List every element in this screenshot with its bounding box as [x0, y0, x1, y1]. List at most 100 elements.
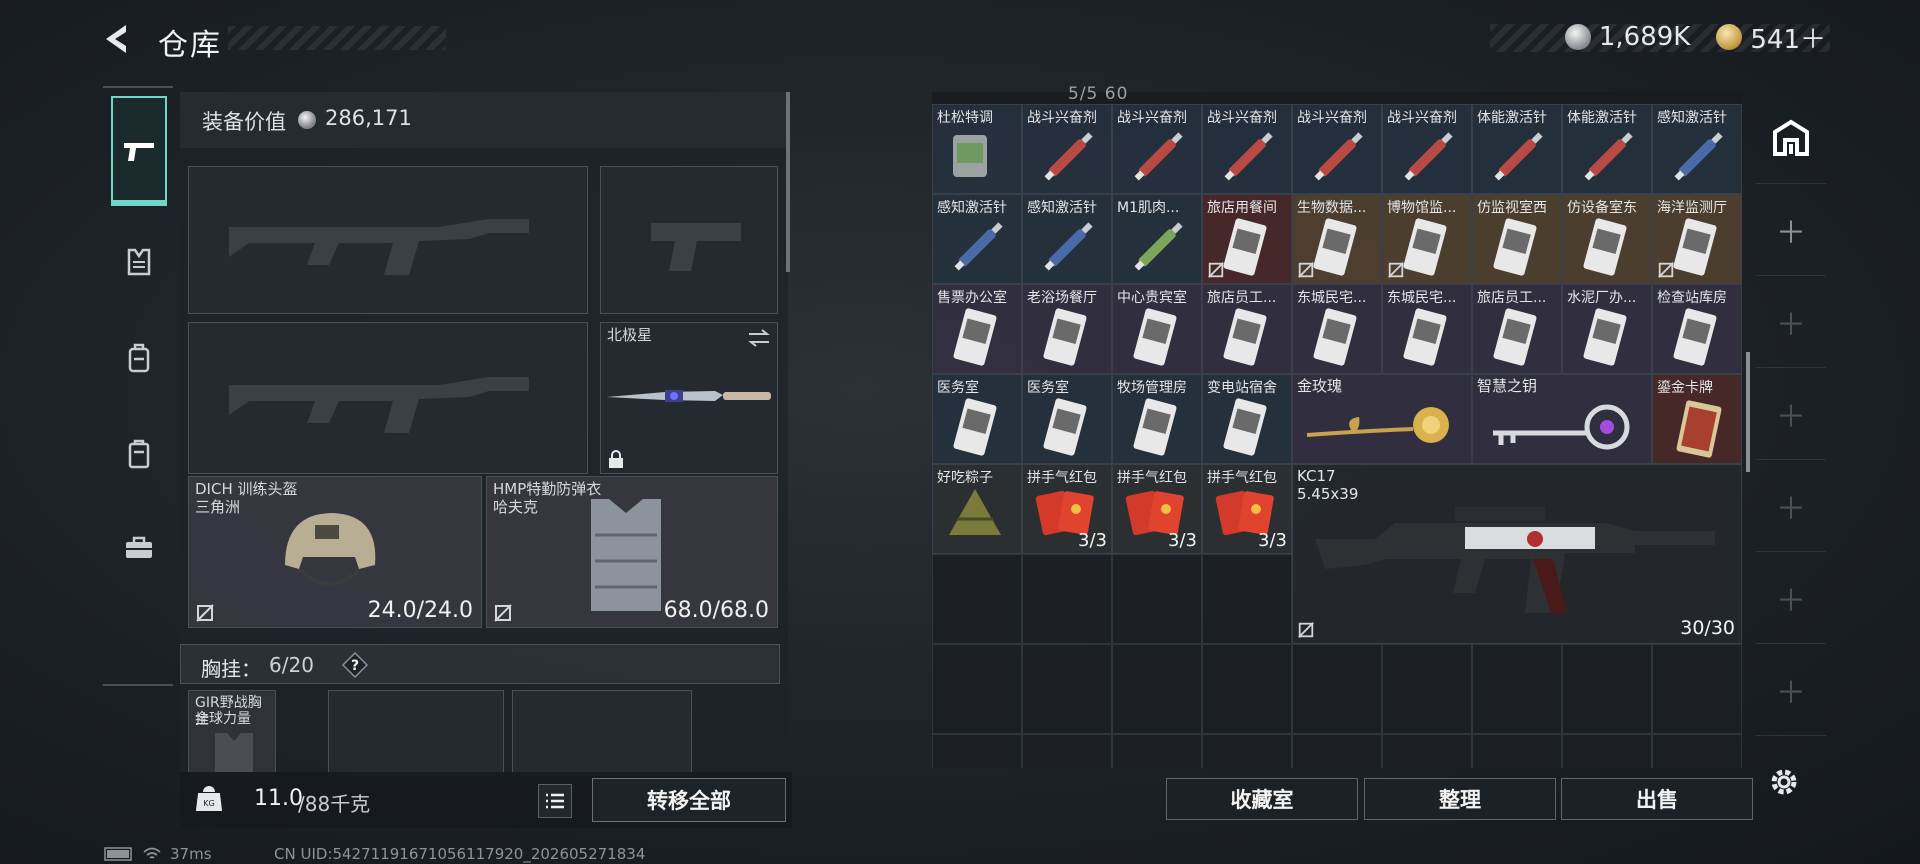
- storage-item[interactable]: 感知激活针: [1022, 194, 1112, 284]
- storage-item[interactable]: 感知激活针: [932, 194, 1022, 284]
- list-view-button[interactable]: [538, 784, 572, 818]
- secondary-weapon-slot[interactable]: [600, 166, 778, 314]
- storage-item[interactable]: 旅店员工...: [1202, 284, 1292, 374]
- storage-item[interactable]: 博物馆监...: [1382, 194, 1472, 284]
- empty-storage-slot[interactable]: [1562, 644, 1652, 734]
- primary-weapon-slot-2[interactable]: [188, 322, 588, 474]
- nav-toolbox[interactable]: [113, 522, 165, 574]
- helmet-slot[interactable]: DICH 训练头盔 三角洲 24.0/24.0: [188, 476, 482, 628]
- collection-room-button[interactable]: 收藏室: [1166, 778, 1358, 820]
- armor-slot[interactable]: HMP特勤防弹衣 哈夫克 68.0/68.0: [486, 476, 778, 628]
- rifle-item[interactable]: KC17 5.45x39 30/30: [1292, 464, 1742, 644]
- empty-storage-slot[interactable]: [932, 734, 1022, 768]
- storage-item[interactable]: 变电站宿舍: [1202, 374, 1292, 464]
- back-arrow-icon[interactable]: [100, 22, 136, 56]
- help-icon[interactable]: ?: [341, 651, 369, 679]
- storage-item[interactable]: 牧场管理房: [1112, 374, 1202, 464]
- empty-storage-slot[interactable]: [1112, 554, 1202, 644]
- storage-item-name: 体能激活针: [1567, 110, 1637, 126]
- sell-button[interactable]: 出售: [1561, 778, 1753, 820]
- storage-item[interactable]: 检查站库房: [1652, 284, 1742, 374]
- storage-item[interactable]: 战斗兴奋剂: [1022, 104, 1112, 194]
- storage-item[interactable]: 战斗兴奋剂: [1112, 104, 1202, 194]
- storage-item[interactable]: 仿监视室西: [1472, 194, 1562, 284]
- storage-item[interactable]: 售票办公室: [932, 284, 1022, 374]
- storage-item[interactable]: 杜松特调: [932, 104, 1022, 194]
- empty-storage-slot[interactable]: [1382, 644, 1472, 734]
- golden-rose-item[interactable]: 金玫瑰: [1292, 374, 1472, 464]
- storage-item[interactable]: 拼手气红包 3/3: [1022, 464, 1112, 554]
- storage-item[interactable]: 医务室: [932, 374, 1022, 464]
- storage-tab-add-5[interactable]: ＋: [1756, 552, 1826, 644]
- empty-storage-slot[interactable]: [1112, 644, 1202, 734]
- transfer-all-button[interactable]: 转移全部: [592, 778, 786, 822]
- storage-tab-add-3[interactable]: ＋: [1756, 368, 1826, 460]
- primary-weapon-slot[interactable]: [188, 166, 588, 314]
- empty-storage-slot[interactable]: [932, 554, 1022, 644]
- empty-storage-slot[interactable]: [1292, 644, 1382, 734]
- storage-tab-add-1[interactable]: ＋: [1756, 184, 1826, 276]
- storage-tabs: ＋ ＋ ＋ ＋ ＋ ＋: [1756, 92, 1826, 772]
- empty-storage-slot[interactable]: [1472, 734, 1562, 768]
- storage-item[interactable]: 战斗兴奋剂: [1382, 104, 1472, 194]
- nav-armor[interactable]: [113, 236, 165, 288]
- nav-backpack[interactable]: [113, 332, 165, 384]
- chest-rig-slot[interactable]: GIR野战胸挂 全球力量: [188, 690, 276, 776]
- storage-item[interactable]: 东城民宅...: [1292, 284, 1382, 374]
- empty-storage-slot[interactable]: [932, 644, 1022, 734]
- storage-item-name: 感知激活针: [937, 200, 1007, 216]
- toolbox-icon: [126, 536, 152, 558]
- empty-storage-slot[interactable]: [1652, 734, 1742, 768]
- storage-tab-add-6[interactable]: ＋: [1756, 644, 1826, 736]
- storage-item[interactable]: 海洋监测厅: [1652, 194, 1742, 284]
- melee-slot[interactable]: 北极星: [600, 322, 778, 474]
- storage-tab-add-4[interactable]: ＋: [1756, 460, 1826, 552]
- storage-item[interactable]: 战斗兴奋剂: [1202, 104, 1292, 194]
- empty-storage-slot[interactable]: [1112, 734, 1202, 768]
- organize-button[interactable]: 整理: [1364, 778, 1556, 820]
- empty-storage-slot[interactable]: [1202, 554, 1292, 644]
- storage-item[interactable]: 中心贵宾室: [1112, 284, 1202, 374]
- empty-storage-slot[interactable]: [1022, 644, 1112, 734]
- storage-item[interactable]: 拼手气红包 3/3: [1112, 464, 1202, 554]
- empty-storage-slot[interactable]: [1292, 734, 1382, 768]
- empty-storage-slot[interactable]: [1022, 734, 1112, 768]
- storage-item[interactable]: 拼手气红包 3/3: [1202, 464, 1292, 554]
- empty-storage-slot[interactable]: [1202, 734, 1292, 768]
- storage-item[interactable]: 体能激活针: [1562, 104, 1652, 194]
- keycard-icon: [945, 395, 1005, 463]
- empty-storage-slot[interactable]: [1022, 554, 1112, 644]
- storage-scrollbar[interactable]: [1746, 352, 1750, 472]
- settings-gear-icon[interactable]: [1766, 764, 1802, 800]
- storage-item[interactable]: 水泥厂办...: [1562, 284, 1652, 374]
- storage-item[interactable]: 旅店用餐间: [1202, 194, 1292, 284]
- storage-item[interactable]: 东城民宅...: [1382, 284, 1472, 374]
- storage-item[interactable]: 医务室: [1022, 374, 1112, 464]
- empty-storage-slot[interactable]: [1472, 644, 1562, 734]
- nav-weapons[interactable]: [111, 96, 167, 206]
- storage-item[interactable]: 仿设备室东: [1562, 194, 1652, 284]
- chest-rig-empty-slot-2[interactable]: [512, 690, 692, 776]
- loadout-scrollbar[interactable]: [786, 92, 790, 272]
- storage-tab-add-2[interactable]: ＋: [1756, 276, 1826, 368]
- storage-item[interactable]: 好吃粽子: [932, 464, 1022, 554]
- empty-storage-slot[interactable]: [1202, 644, 1292, 734]
- chest-rig-empty-slot-1[interactable]: [328, 690, 504, 776]
- swap-icon[interactable]: [747, 329, 771, 347]
- empty-storage-slot[interactable]: [1562, 734, 1652, 768]
- storage-item[interactable]: 旅店员工...: [1472, 284, 1562, 374]
- storage-tab-main[interactable]: [1756, 92, 1826, 184]
- gold-card-item[interactable]: 鎏金卡牌: [1652, 374, 1742, 464]
- nav-case[interactable]: [113, 428, 165, 480]
- storage-item[interactable]: 生物数据...: [1292, 194, 1382, 284]
- empty-storage-slot[interactable]: [1382, 734, 1472, 768]
- empty-storage-slot[interactable]: [1652, 644, 1742, 734]
- storage-item[interactable]: M1肌肉...: [1112, 194, 1202, 284]
- gold-balance[interactable]: 541＋: [1750, 19, 1826, 56]
- storage-item[interactable]: 感知激活针: [1652, 104, 1742, 194]
- storage-item[interactable]: 老浴场餐厅: [1022, 284, 1112, 374]
- storage-item-name: 拼手气红包: [1027, 470, 1097, 486]
- storage-item[interactable]: 体能激活针: [1472, 104, 1562, 194]
- wisdom-key-item[interactable]: 智慧之钥: [1472, 374, 1652, 464]
- storage-item[interactable]: 战斗兴奋剂: [1292, 104, 1382, 194]
